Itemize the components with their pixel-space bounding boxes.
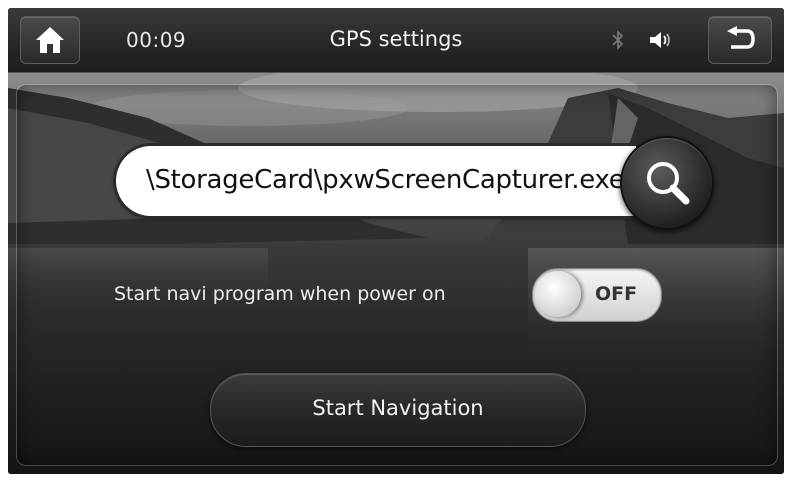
back-button[interactable] [708, 16, 772, 64]
search-icon [647, 162, 690, 205]
home-icon [36, 27, 64, 53]
clock-display: 00:09 [126, 28, 187, 52]
back-icon [727, 26, 755, 49]
gps-settings-screen: 00:09 GPS settings \StorageCard\pxwScree… [8, 8, 784, 474]
navi-path-field[interactable]: \StorageCard\pxwScreenCapturer.exe [116, 146, 636, 216]
bluetooth-icon [612, 30, 624, 50]
toggle-state: OFF [595, 283, 638, 305]
home-button[interactable] [20, 16, 80, 64]
toggle-knob [535, 271, 581, 317]
autostart-label: Start navi program when power on [114, 283, 446, 305]
page-title: GPS settings [329, 27, 463, 51]
autostart-toggle[interactable]: OFF [532, 268, 662, 322]
volume-icon [650, 32, 670, 48]
start-navigation-button[interactable]: Start Navigation [210, 373, 586, 447]
navi-path-value: \StorageCard\pxwScreenCapturer.exe [146, 165, 625, 195]
start-navigation-label: Start Navigation [312, 396, 484, 420]
browse-path-button[interactable] [620, 136, 714, 230]
status-bar: 00:09 GPS settings [8, 8, 784, 73]
